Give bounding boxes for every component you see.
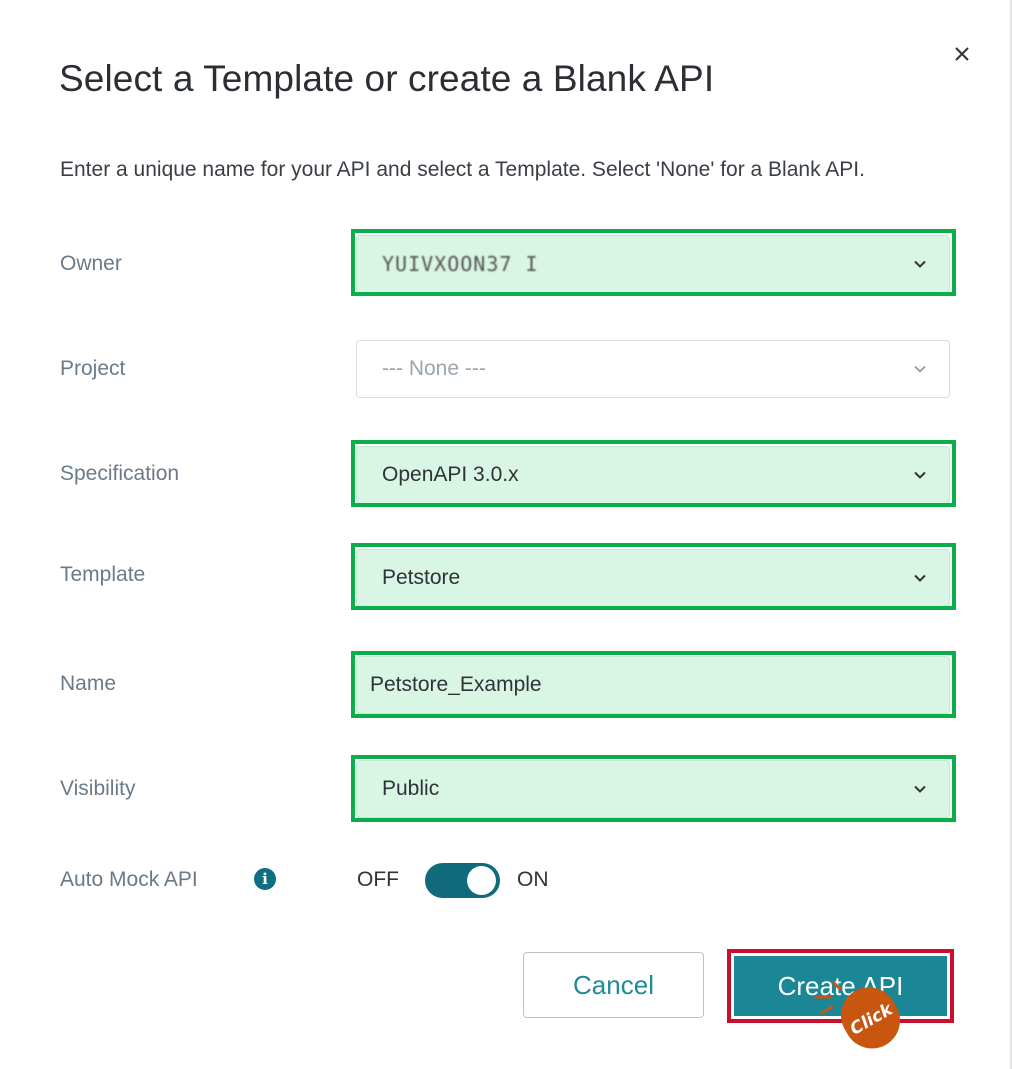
visibility-select[interactable]: Public	[356, 760, 950, 818]
specification-label: Specification	[60, 462, 180, 485]
project-select[interactable]: --- None ---	[356, 340, 950, 398]
toggle-knob	[467, 866, 496, 895]
info-icon[interactable]: i	[254, 868, 276, 890]
toggle-on-label: ON	[517, 868, 549, 891]
owner-label: Owner	[60, 252, 122, 275]
create-api-button[interactable]: Create API	[734, 956, 947, 1016]
project-label: Project	[60, 357, 126, 380]
template-select[interactable]: Petstore	[356, 549, 950, 607]
chevron-down-icon	[914, 574, 926, 582]
name-input[interactable]: Petstore_Example	[356, 656, 950, 714]
owner-select[interactable]: YUIVXOON37 I	[356, 235, 950, 293]
specification-select[interactable]: OpenAPI 3.0.x	[356, 446, 950, 504]
chevron-down-icon	[914, 260, 926, 268]
toggle-off-label: OFF	[357, 868, 399, 891]
auto-mock-label: Auto Mock API	[60, 868, 198, 891]
chevron-down-icon	[914, 785, 926, 793]
chevron-down-icon	[914, 471, 926, 479]
visibility-value: Public	[382, 777, 440, 800]
auto-mock-toggle[interactable]	[425, 863, 500, 898]
chevron-down-icon	[914, 365, 926, 373]
dialog-title: Select a Template or create a Blank API	[59, 58, 715, 99]
name-value: Petstore_Example	[370, 673, 542, 696]
template-value: Petstore	[382, 566, 461, 589]
name-label: Name	[60, 672, 117, 695]
close-icon[interactable]	[948, 40, 976, 68]
visibility-label: Visibility	[60, 777, 136, 800]
cancel-button[interactable]: Cancel	[523, 952, 704, 1018]
owner-value: YUIVXOON37 I	[382, 252, 539, 276]
template-label: Template	[60, 563, 146, 586]
create-api-dialog: Select a Template or create a Blank API …	[0, 0, 1012, 1069]
specification-value: OpenAPI 3.0.x	[382, 463, 519, 486]
dialog-subtitle: Enter a unique name for your API and sel…	[60, 158, 865, 181]
project-placeholder: --- None ---	[382, 357, 486, 380]
